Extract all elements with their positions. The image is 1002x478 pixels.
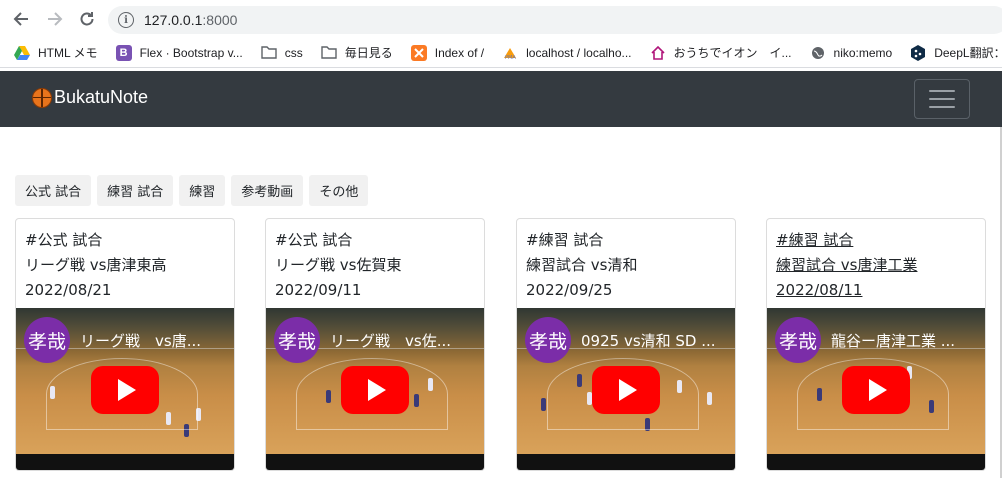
filter-reference-video-button[interactable]: 参考動画 — [231, 175, 304, 206]
card-body: #公式 試合 リーグ戦 vs佐賀東 2022/09/11 — [266, 219, 484, 303]
deepl-icon — [910, 44, 926, 61]
channel-avatar[interactable]: 孝哉 — [775, 317, 821, 363]
bootstrap-icon: B — [115, 44, 132, 61]
bookmark-css[interactable]: css — [261, 45, 303, 61]
card-date[interactable]: 2022/08/11 — [776, 278, 976, 303]
reload-icon[interactable] — [76, 8, 98, 30]
video-card: #練習 試合 練習試合 vs唐津工業 2022/08/11 孝哉 龍谷ー唐津工業… — [766, 218, 986, 471]
svg-text:PMA: PMA — [505, 55, 516, 60]
video-card: #公式 試合 リーグ戦 vs佐賀東 2022/09/11 孝哉 リーグ戦 vs佐… — [265, 218, 485, 471]
category-filters: 公式 試合 練習 試合 練習 参考動画 その他 — [15, 175, 369, 206]
card-tag[interactable]: #練習 試合 — [776, 228, 976, 253]
video-title[interactable]: リーグ戦 vs佐... — [330, 330, 478, 351]
card-date[interactable]: 2022/09/11 — [275, 278, 475, 303]
bookmark-html-memo[interactable]: HTML メモ — [14, 44, 98, 61]
globe-icon — [810, 45, 826, 61]
info-icon[interactable]: i — [118, 12, 134, 28]
video-card: #公式 試合 リーグ戦 vs唐津東高 2022/08/21 孝哉 リーグ戦 vs… — [15, 218, 235, 471]
bookmark-niko-memo[interactable]: niko:memo — [810, 45, 892, 61]
bookmarks-bar: HTML メモ B Flex · Bootstrap v... css 毎日見る… — [0, 38, 1002, 68]
brand-link[interactable]: BukatuNote — [32, 87, 148, 108]
brand-name: BukatuNote — [54, 87, 149, 107]
phpmyadmin-icon: PMA — [502, 45, 518, 61]
bookmark-deepl[interactable]: DeepL翻訳： — [910, 44, 1002, 61]
video-title[interactable]: 龍谷ー唐津工業 ... — [831, 330, 979, 351]
card-date[interactable]: 2022/08/21 — [25, 278, 225, 303]
video-title[interactable]: リーグ戦 vs唐... — [80, 330, 228, 351]
card-title[interactable]: リーグ戦 vs唐津東高 — [25, 253, 225, 278]
video-card: #練習 試合 練習試合 vs清和 2022/09/25 孝哉 0925 vs清和… — [516, 218, 736, 471]
card-body: #公式 試合 リーグ戦 vs唐津東高 2022/08/21 — [16, 219, 234, 303]
card-tag[interactable]: #公式 試合 — [25, 228, 225, 253]
address-bar[interactable]: i 127.0.0.1:8000 — [108, 6, 1002, 34]
card-body: #練習 試合 練習試合 vs清和 2022/09/25 — [517, 219, 735, 303]
card-tag[interactable]: #練習 試合 — [526, 228, 726, 253]
youtube-play-icon[interactable] — [91, 366, 159, 414]
youtube-play-icon[interactable] — [592, 366, 660, 414]
google-drive-icon — [14, 45, 30, 61]
video-title[interactable]: 0925 vs清和 SD ... — [581, 330, 729, 351]
filter-practice-button[interactable]: 練習 — [179, 175, 226, 206]
bookmark-mainichi[interactable]: 毎日見る — [321, 44, 393, 61]
youtube-embed[interactable]: 孝哉 龍谷ー唐津工業 ... — [767, 308, 985, 470]
card-body: #練習 試合 練習試合 vs唐津工業 2022/08/11 — [767, 219, 985, 303]
forward-arrow-icon[interactable] — [44, 8, 66, 30]
bookmark-flex-bootstrap[interactable]: B Flex · Bootstrap v... — [115, 44, 243, 61]
card-title[interactable]: リーグ戦 vs佐賀東 — [275, 253, 475, 278]
browser-toolbar: i 127.0.0.1:8000 — [0, 0, 1002, 38]
filter-practice-match-button[interactable]: 練習 試合 — [97, 175, 174, 206]
youtube-embed[interactable]: 孝哉 リーグ戦 vs唐... — [16, 308, 234, 470]
bookmark-index-of[interactable]: Index of / — [410, 44, 484, 61]
folder-icon — [261, 45, 277, 61]
card-date[interactable]: 2022/09/25 — [526, 278, 726, 303]
card-tag[interactable]: #公式 試合 — [275, 228, 475, 253]
folder-icon — [321, 45, 337, 61]
url-text: 127.0.0.1:8000 — [144, 12, 238, 28]
filter-official-match-button[interactable]: 公式 試合 — [15, 175, 92, 206]
youtube-embed[interactable]: 孝哉 0925 vs清和 SD ... — [517, 308, 735, 470]
xampp-icon — [410, 44, 427, 61]
back-arrow-icon[interactable] — [10, 8, 32, 30]
youtube-play-icon[interactable] — [341, 366, 409, 414]
bookmark-localhost[interactable]: PMA localhost / localho... — [502, 45, 632, 61]
bookmark-ouchi-aeon[interactable]: おうちでイオン イ... — [650, 44, 792, 61]
house-icon — [650, 45, 666, 61]
basketball-icon — [32, 87, 52, 108]
hamburger-menu-icon — [929, 90, 955, 92]
youtube-play-icon[interactable] — [842, 366, 910, 414]
channel-avatar[interactable]: 孝哉 — [274, 317, 320, 363]
channel-avatar[interactable]: 孝哉 — [525, 317, 571, 363]
card-title[interactable]: 練習試合 vs唐津工業 — [776, 253, 976, 278]
channel-avatar[interactable]: 孝哉 — [24, 317, 70, 363]
app-navbar: BukatuNote — [0, 71, 1002, 127]
youtube-embed[interactable]: 孝哉 リーグ戦 vs佐... — [266, 308, 484, 470]
card-title[interactable]: 練習試合 vs清和 — [526, 253, 726, 278]
filter-other-button[interactable]: その他 — [309, 175, 369, 206]
navbar-toggler-button[interactable] — [914, 79, 970, 119]
